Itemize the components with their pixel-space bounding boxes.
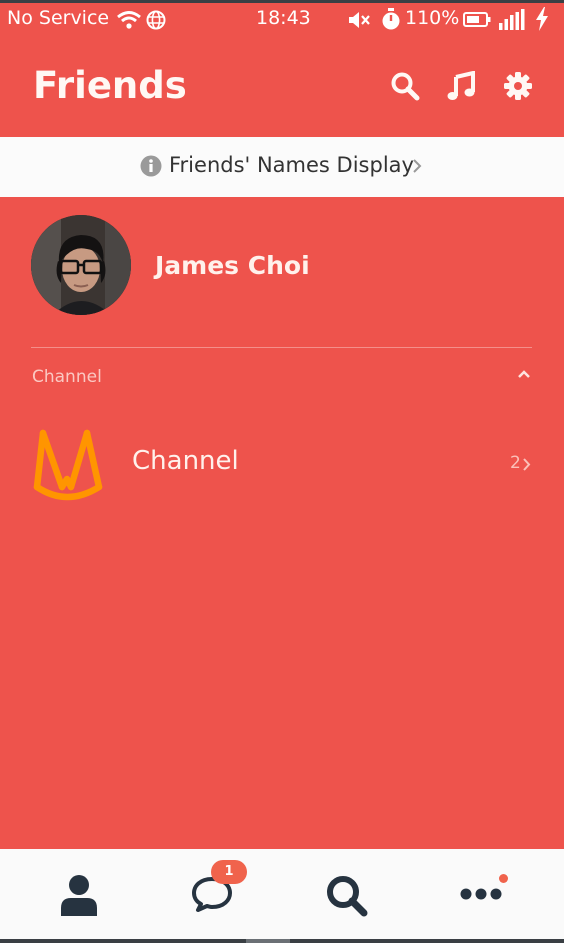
clock: 18:43 — [256, 7, 311, 29]
search-icon — [327, 876, 368, 917]
notification-dot — [499, 874, 508, 883]
channel-label: Channel — [132, 446, 239, 476]
battery-icon — [463, 12, 491, 27]
person-icon — [61, 875, 97, 916]
home-indicator — [246, 939, 290, 943]
tab-search[interactable] — [282, 849, 423, 939]
divider — [31, 347, 532, 348]
chevron-up-icon[interactable] — [517, 369, 531, 379]
app-header: Friends — [0, 35, 564, 137]
more-icon — [460, 888, 502, 900]
avatar[interactable] — [31, 215, 131, 315]
battery-percentage: 110% — [405, 7, 460, 29]
signal-icon — [499, 9, 525, 30]
status-bar: No Service 18:43 110% — [0, 3, 564, 35]
wifi-icon — [117, 11, 141, 29]
channel-list-item[interactable]: Channel 2 — [0, 415, 564, 510]
my-profile-row[interactable]: James Choi — [0, 197, 564, 347]
page-title: Friends — [33, 64, 187, 107]
chevron-right-icon — [413, 159, 422, 173]
music-icon[interactable] — [446, 71, 476, 101]
charging-bolt-icon — [536, 7, 548, 31]
search-icon[interactable] — [390, 71, 420, 101]
bottom-navigation: 1 — [0, 849, 564, 939]
section-label: Channel — [32, 367, 102, 387]
tab-friends[interactable] — [0, 849, 141, 939]
unread-badge: 1 — [211, 860, 247, 884]
tab-more[interactable] — [423, 849, 564, 939]
chevron-right-icon — [523, 458, 531, 471]
info-icon — [140, 155, 162, 177]
friends-names-display-banner[interactable]: Friends' Names Display — [0, 137, 564, 197]
carrier-label: No Service — [7, 7, 110, 29]
timer-icon — [382, 8, 400, 30]
channel-count: 2 — [510, 453, 521, 473]
channel-section-header[interactable]: Channel — [0, 355, 564, 399]
channel-logo-icon — [33, 429, 103, 501]
banner-label: Friends' Names Display — [169, 153, 414, 177]
profile-name: James Choi — [155, 251, 310, 280]
globe-icon — [146, 10, 166, 30]
gear-icon[interactable] — [503, 71, 533, 101]
tab-chats[interactable]: 1 — [141, 849, 282, 939]
mute-icon — [349, 12, 370, 28]
